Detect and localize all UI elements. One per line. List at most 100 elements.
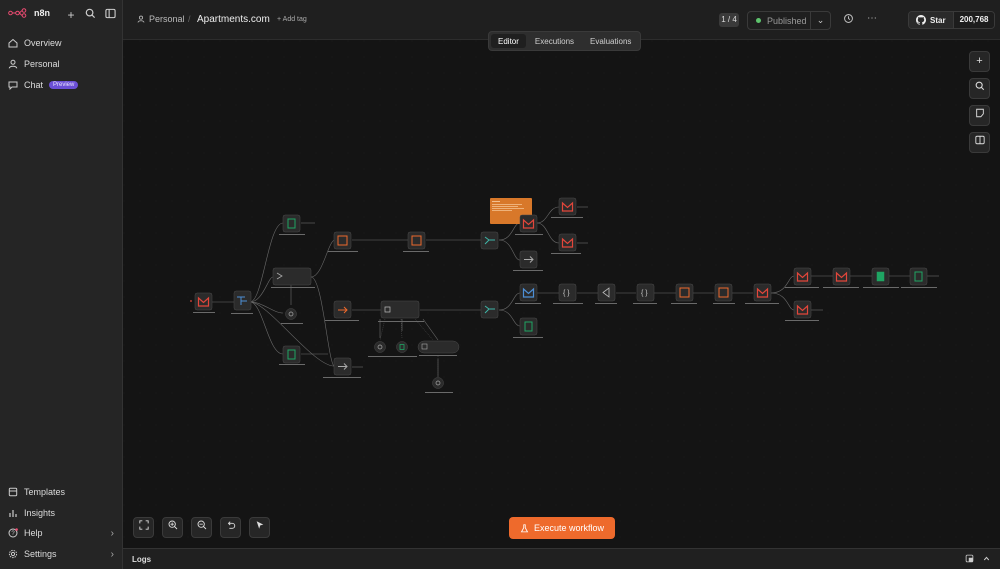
workflow-node[interactable] bbox=[233, 290, 252, 311]
zoom-in-button[interactable] bbox=[162, 517, 183, 538]
workflow-node[interactable] bbox=[282, 214, 301, 233]
app-logo[interactable]: n8n bbox=[8, 8, 50, 18]
tab-executions[interactable]: Executions bbox=[528, 34, 581, 48]
chevron-right-icon: › bbox=[110, 548, 114, 560]
workflow-node[interactable] bbox=[519, 214, 538, 233]
app-name: n8n bbox=[34, 8, 51, 18]
search-nodes-button[interactable] bbox=[969, 78, 990, 99]
add-tag-button[interactable]: + Add tag bbox=[277, 16, 307, 23]
svg-text:{ }: { } bbox=[563, 290, 570, 297]
sidebar-item-help[interactable]: ? Help › bbox=[0, 523, 123, 543]
workflow-node[interactable] bbox=[396, 341, 408, 353]
undo-icon bbox=[227, 521, 235, 529]
workflow-node[interactable] bbox=[333, 231, 352, 250]
chat-icon bbox=[8, 81, 18, 90]
sidebar-item-chat[interactable]: Chat Preview bbox=[0, 75, 123, 95]
workflow-node[interactable]: { } bbox=[558, 283, 577, 302]
version-pager[interactable]: 1 / 4 bbox=[719, 13, 739, 27]
tab-evaluations[interactable]: Evaluations bbox=[583, 34, 638, 48]
workflow-node[interactable] bbox=[832, 267, 851, 286]
execute-workflow-button[interactable]: Execute workflow bbox=[509, 517, 615, 539]
breadcrumb-project[interactable]: Personal bbox=[137, 14, 185, 24]
sidebar-item-insights[interactable]: Insights bbox=[0, 503, 123, 523]
sidebar-item-label: Templates bbox=[24, 487, 66, 497]
chevron-up-icon[interactable] bbox=[982, 554, 991, 565]
breadcrumb-separator: / bbox=[188, 14, 191, 24]
workflow-node[interactable] bbox=[753, 283, 772, 302]
workflow-node[interactable] bbox=[432, 377, 444, 389]
collapse-sidebar-icon[interactable] bbox=[103, 8, 117, 22]
search-icon[interactable] bbox=[83, 8, 97, 22]
zoom-in-icon bbox=[168, 520, 177, 530]
sticky-note-button[interactable] bbox=[969, 105, 990, 126]
workflow-node[interactable] bbox=[675, 283, 694, 302]
select-tool-button[interactable] bbox=[249, 517, 270, 538]
home-icon bbox=[8, 38, 18, 48]
search-icon bbox=[975, 81, 984, 91]
workflow-node[interactable] bbox=[519, 250, 538, 269]
execute-workflow-label: Execute workflow bbox=[533, 523, 605, 533]
workflow-node[interactable] bbox=[558, 233, 577, 252]
user-icon bbox=[137, 15, 145, 23]
cursor-icon bbox=[256, 521, 263, 529]
add-node-button[interactable]: + bbox=[969, 51, 990, 72]
github-star[interactable]: Star bbox=[909, 12, 953, 28]
github-star-button[interactable]: Star 200,768 bbox=[908, 11, 996, 29]
sidebar-item-label: Help bbox=[24, 528, 43, 538]
logs-bar[interactable]: Logs bbox=[123, 548, 1000, 569]
toggle-panel-button[interactable] bbox=[969, 132, 990, 153]
workflow-node[interactable] bbox=[909, 267, 928, 286]
publish-button[interactable]: Published ⌄ bbox=[747, 11, 831, 30]
github-icon bbox=[916, 15, 926, 25]
workflow-node[interactable] bbox=[519, 317, 538, 336]
workflow-node[interactable] bbox=[714, 283, 733, 302]
workflow-node[interactable] bbox=[793, 267, 812, 286]
n8n-logo-icon bbox=[8, 8, 27, 18]
sidebar-item-overview[interactable]: Overview bbox=[0, 33, 123, 53]
sidebar-item-label: Insights bbox=[24, 508, 56, 518]
workflow-title[interactable]: Apartments.com bbox=[197, 14, 270, 25]
workflow-node[interactable] bbox=[374, 341, 386, 353]
fit-view-button[interactable] bbox=[133, 517, 154, 538]
undo-button[interactable] bbox=[220, 517, 241, 538]
workflow-node[interactable] bbox=[407, 231, 426, 250]
workflow-node[interactable] bbox=[793, 300, 812, 319]
status-dot-icon bbox=[756, 18, 761, 23]
chevron-down-icon[interactable]: ⌄ bbox=[810, 12, 830, 29]
workflow-graph[interactable]: { } { } bbox=[123, 40, 1000, 548]
sidebar-item-personal[interactable]: Personal bbox=[0, 54, 123, 74]
tab-editor[interactable]: Editor bbox=[491, 34, 526, 48]
workflow-node[interactable] bbox=[333, 300, 352, 319]
preview-badge: Preview bbox=[49, 81, 79, 89]
history-icon[interactable] bbox=[843, 13, 854, 27]
workflow-node[interactable] bbox=[333, 357, 352, 376]
fit-view-icon bbox=[138, 520, 149, 530]
workflow-node[interactable] bbox=[558, 197, 577, 216]
sidebar-item-settings[interactable]: Settings › bbox=[0, 544, 123, 564]
workflow-node[interactable] bbox=[480, 231, 499, 250]
workflow-node[interactable] bbox=[597, 283, 616, 302]
workflow-node[interactable] bbox=[871, 267, 890, 286]
workflow-node[interactable]: { } bbox=[636, 283, 655, 302]
workflow-canvas[interactable]: { } { } bbox=[123, 40, 1000, 548]
more-options-icon[interactable]: ⋯ bbox=[867, 13, 877, 24]
plus-icon[interactable]: + bbox=[64, 8, 78, 22]
logs-label: Logs bbox=[132, 555, 152, 564]
user-icon bbox=[8, 59, 18, 69]
workflow-node[interactable] bbox=[417, 340, 460, 354]
help-icon: ? bbox=[8, 528, 18, 538]
workflow-node[interactable] bbox=[380, 300, 420, 319]
workflow-node[interactable] bbox=[282, 345, 301, 364]
panel-icon bbox=[974, 135, 985, 145]
popout-icon[interactable] bbox=[965, 554, 974, 565]
workflow-node[interactable] bbox=[272, 267, 312, 286]
sidebar-item-label: Overview bbox=[24, 38, 62, 48]
workflow-node[interactable] bbox=[480, 300, 499, 319]
workflow-node[interactable] bbox=[519, 283, 538, 302]
zoom-out-icon bbox=[197, 520, 206, 530]
github-star-label: Star bbox=[930, 15, 946, 25]
workflow-node[interactable] bbox=[285, 308, 297, 320]
sidebar-item-templates[interactable]: Templates bbox=[0, 482, 123, 502]
zoom-out-button[interactable] bbox=[191, 517, 212, 538]
view-tabs: Editor Executions Evaluations bbox=[488, 31, 642, 51]
